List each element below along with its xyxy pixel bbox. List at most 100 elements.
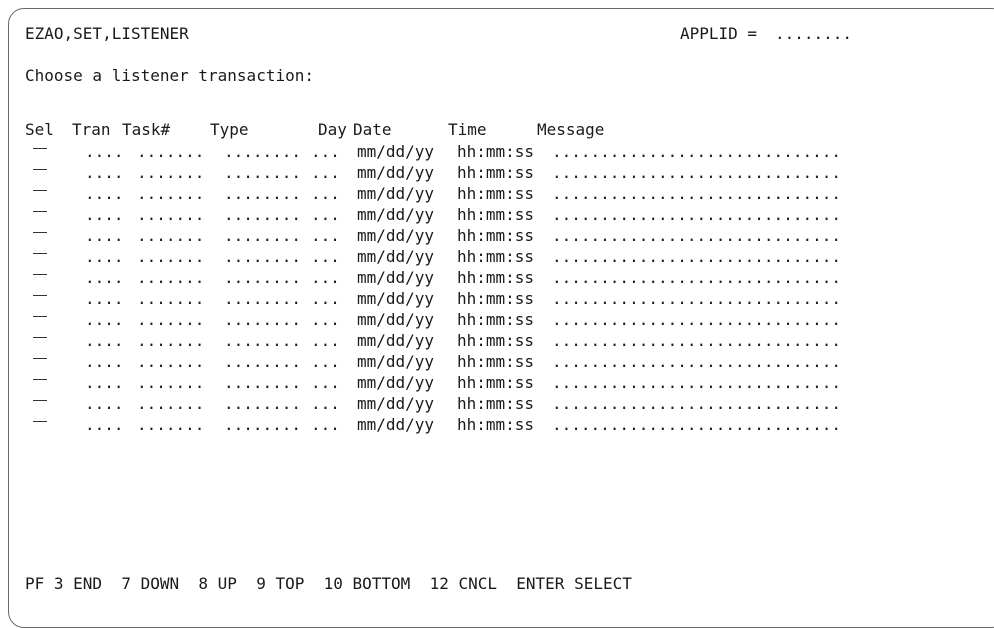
selection-field[interactable]: [33, 252, 47, 254]
cell-day: ...: [311, 415, 340, 434]
table-row: ...................... mm/dd/yy hh:mm:ss..…: [0, 162, 994, 183]
cell-date: mm/dd/yy: [357, 331, 435, 350]
table-row: ...................... mm/dd/yy hh:mm:ss..…: [0, 393, 994, 414]
table-row: ...................... mm/dd/yy hh:mm:ss..…: [0, 246, 994, 267]
cell-day: ...: [311, 331, 340, 350]
cell-time: hh:mm:ss: [457, 331, 535, 350]
cell-date: mm/dd/yy: [357, 352, 435, 371]
selection-field[interactable]: [33, 273, 47, 275]
cell-time: hh:mm:ss: [457, 373, 535, 392]
cell-day: ...: [311, 226, 340, 245]
cell-tran: ....: [85, 373, 124, 392]
table-row: ...................... mm/dd/yy hh:mm:ss..…: [0, 141, 994, 162]
header-day: Day: [318, 120, 347, 139]
cell-date: mm/dd/yy: [357, 205, 435, 224]
table-row: ...................... mm/dd/yy hh:mm:ss..…: [0, 204, 994, 225]
cell-tran: ....: [85, 142, 124, 161]
header-date: Date: [353, 120, 392, 139]
cell-task: .......: [137, 331, 205, 350]
cell-time: hh:mm:ss: [457, 163, 535, 182]
table-row: ...................... mm/dd/yy hh:mm:ss..…: [0, 414, 994, 435]
cell-date: mm/dd/yy: [357, 415, 435, 434]
selection-field[interactable]: [33, 168, 47, 170]
cell-message: ..............................: [552, 247, 841, 266]
selection-field[interactable]: [33, 336, 47, 338]
cell-message: ..............................: [552, 184, 841, 203]
cell-tran: ....: [85, 226, 124, 245]
cell-type: ........: [224, 205, 302, 224]
cell-message: ..............................: [552, 394, 841, 413]
cell-task: .......: [137, 352, 205, 371]
cell-message: ..............................: [552, 352, 841, 371]
cell-date: mm/dd/yy: [357, 247, 435, 266]
cell-date: mm/dd/yy: [357, 268, 435, 287]
cell-tran: ....: [85, 247, 124, 266]
cell-type: ........: [224, 331, 302, 350]
cell-type: ........: [224, 226, 302, 245]
cell-task: .......: [137, 373, 205, 392]
cell-task: .......: [137, 184, 205, 203]
applid-label: APPLID =: [680, 24, 767, 43]
cell-day: ...: [311, 205, 340, 224]
cell-message: ..............................: [552, 373, 841, 392]
cell-day: ...: [311, 310, 340, 329]
header-time: Time: [448, 120, 487, 139]
cell-day: ...: [311, 268, 340, 287]
selection-field[interactable]: [33, 231, 47, 233]
table-row: ...................... mm/dd/yy hh:mm:ss..…: [0, 351, 994, 372]
cell-type: ........: [224, 352, 302, 371]
cell-day: ...: [311, 184, 340, 203]
cell-time: hh:mm:ss: [457, 205, 535, 224]
cell-date: mm/dd/yy: [357, 142, 435, 161]
selection-field[interactable]: [33, 315, 47, 317]
cell-time: hh:mm:ss: [457, 247, 535, 266]
cell-day: ...: [311, 352, 340, 371]
cell-date: mm/dd/yy: [357, 289, 435, 308]
cell-time: hh:mm:ss: [457, 310, 535, 329]
cell-tran: ....: [85, 394, 124, 413]
header-type: Type: [210, 120, 249, 139]
header-sel: Sel: [25, 120, 54, 139]
table-row: ...................... mm/dd/yy hh:mm:ss..…: [0, 183, 994, 204]
cell-message: ..............................: [552, 226, 841, 245]
cell-time: hh:mm:ss: [457, 268, 535, 287]
cell-task: .......: [137, 310, 205, 329]
cell-date: mm/dd/yy: [357, 394, 435, 413]
cell-date: mm/dd/yy: [357, 226, 435, 245]
cell-tran: ....: [85, 310, 124, 329]
cell-task: .......: [137, 205, 205, 224]
header-tran: Tran: [72, 120, 111, 139]
cell-type: ........: [224, 247, 302, 266]
selection-field[interactable]: [33, 399, 47, 401]
cell-tran: ....: [85, 205, 124, 224]
cell-message: ..............................: [552, 268, 841, 287]
cell-message: ..............................: [552, 331, 841, 350]
cell-task: .......: [137, 226, 205, 245]
cell-tran: ....: [85, 289, 124, 308]
selection-field[interactable]: [33, 189, 47, 191]
cell-message: ..............................: [552, 205, 841, 224]
cell-type: ........: [224, 415, 302, 434]
cell-date: mm/dd/yy: [357, 373, 435, 392]
applid-value: ........: [775, 24, 853, 43]
table-header-row: Sel Tran Task# Type Day Date Time Messag…: [0, 120, 994, 140]
cell-task: .......: [137, 289, 205, 308]
cell-day: ...: [311, 289, 340, 308]
selection-field[interactable]: [33, 420, 47, 422]
table-row: ...................... mm/dd/yy hh:mm:ss..…: [0, 330, 994, 351]
selection-field[interactable]: [33, 147, 47, 149]
cell-type: ........: [224, 289, 302, 308]
selection-field[interactable]: [33, 210, 47, 212]
header-message: Message: [537, 120, 605, 139]
cell-tran: ....: [85, 331, 124, 350]
listener-table: ...................... mm/dd/yy hh:mm:ss..…: [0, 141, 994, 435]
cell-time: hh:mm:ss: [457, 289, 535, 308]
cell-date: mm/dd/yy: [357, 184, 435, 203]
table-row: ...................... mm/dd/yy hh:mm:ss..…: [0, 267, 994, 288]
cell-message: ..............................: [552, 142, 841, 161]
selection-field[interactable]: [33, 294, 47, 296]
selection-field[interactable]: [33, 378, 47, 380]
cell-time: hh:mm:ss: [457, 142, 535, 161]
selection-prompt: Choose a listener transaction:: [25, 66, 314, 85]
selection-field[interactable]: [33, 357, 47, 359]
